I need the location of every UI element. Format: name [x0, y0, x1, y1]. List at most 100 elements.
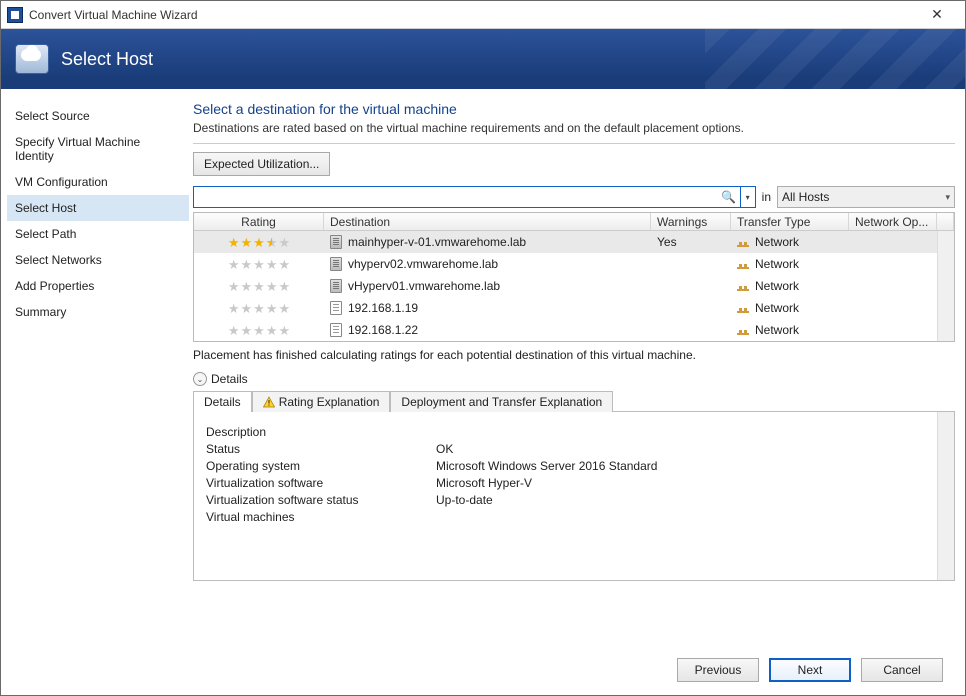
server-icon [330, 279, 342, 293]
wizard-window: Convert Virtual Machine Wizard ✕ Select … [0, 0, 966, 696]
cell-transfer-type: Network [731, 301, 849, 315]
cell-rating: ★★★★★ [194, 236, 324, 249]
tab-rating-explanation[interactable]: Rating Explanation [252, 391, 391, 412]
separator [193, 143, 955, 144]
window-title: Convert Virtual Machine Wizard [29, 8, 915, 22]
detail-value: Up-to-date [436, 493, 493, 507]
star-icon: ★ [278, 236, 290, 249]
star-icon: ★ [278, 280, 290, 293]
host-scope-value: All Hosts [782, 190, 829, 204]
detail-key: Operating system [206, 459, 436, 473]
chevron-down-icon: ▾ [945, 192, 950, 203]
star-icon: ★ [228, 280, 240, 293]
tab-rating-explanation-label: Rating Explanation [279, 395, 380, 409]
star-icon: ★ [228, 258, 240, 271]
network-icon [737, 237, 749, 247]
detail-key: Virtualization software [206, 476, 436, 490]
cell-destination: vHyperv01.vmwarehome.lab [324, 279, 651, 293]
step-summary[interactable]: Summary [7, 299, 189, 325]
app-icon [7, 7, 23, 23]
cell-destination: mainhyper-v-01.vmwarehome.lab [324, 235, 651, 249]
cell-transfer-type: Network [731, 279, 849, 293]
transfer-type-label: Network [755, 323, 799, 337]
cell-transfer-type: Network [731, 257, 849, 271]
detail-value: OK [436, 442, 453, 456]
col-warnings[interactable]: Warnings [651, 213, 731, 230]
detail-row: StatusOK [206, 442, 925, 456]
banner-heading: Select Host [61, 49, 153, 70]
star-icon: ★ [266, 258, 278, 271]
details-toggle[interactable]: ⌄ Details [193, 372, 955, 386]
cell-rating: ★★★★★ [194, 258, 324, 271]
detail-row: Operating systemMicrosoft Windows Server… [206, 459, 925, 473]
star-icon: ★ [253, 236, 265, 249]
detail-key: Virtualization software status [206, 493, 436, 507]
step-select-host[interactable]: Select Host [7, 195, 189, 221]
content: Select a destination for the virtual mac… [189, 99, 955, 645]
cell-transfer-type: Network [731, 235, 849, 249]
star-icon: ★ [241, 324, 253, 337]
cancel-button[interactable]: Cancel [861, 658, 943, 682]
destinations-table: Rating Destination Warnings Transfer Typ… [193, 212, 955, 342]
server-icon [330, 235, 342, 249]
star-icon: ★ [278, 258, 290, 271]
library-icon [330, 323, 342, 337]
col-rating[interactable]: Rating [194, 213, 324, 230]
destination-name: 192.168.1.19 [348, 301, 418, 315]
table-row[interactable]: ★★★★★ vhyperv02.vmwarehome.lab Network [194, 253, 937, 275]
details-tabs: Details Rating Explanation Deployment an… [193, 390, 955, 411]
table-row[interactable]: ★★★★★vHyperv01.vmwarehome.lab Network [194, 275, 937, 297]
tab-details[interactable]: Details [193, 391, 252, 412]
tab-deployment-explanation[interactable]: Deployment and Transfer Explanation [390, 391, 613, 412]
step-select-networks[interactable]: Select Networks [7, 247, 189, 273]
star-icon: ★ [241, 236, 253, 249]
star-icon: ★ [266, 302, 278, 315]
details-label: Details [211, 372, 248, 386]
details-body: Description StatusOK Operating systemMicro… [194, 412, 937, 580]
table-row[interactable]: ★★★★★mainhyper-v-01.vmwarehome.labYesNet… [194, 231, 937, 253]
table-row[interactable]: ★★★★★192.168.1.19Network [194, 297, 937, 319]
in-label: in [760, 190, 773, 204]
detail-row: Virtualization softwareMicrosoft Hyper-V [206, 476, 925, 490]
step-select-source[interactable]: Select Source [7, 103, 189, 129]
step-specify-vm-identity[interactable]: Specify Virtual Machine Identity [7, 129, 189, 169]
server-icon [330, 257, 342, 271]
title-bar: Convert Virtual Machine Wizard ✕ [1, 1, 965, 29]
step-add-properties[interactable]: Add Properties [7, 273, 189, 299]
cell-rating: ★★★★★ [194, 280, 324, 293]
col-scroll-gutter [937, 213, 954, 230]
star-icon: ★ [266, 280, 278, 293]
search-row: 🔍 ▾ in All Hosts ▾ [193, 186, 955, 208]
search-options-dropdown[interactable]: ▾ [741, 187, 755, 207]
placement-message: Placement has finished calculating ratin… [193, 348, 955, 362]
step-vm-configuration[interactable]: VM Configuration [7, 169, 189, 195]
star-icon: ★ [228, 236, 240, 249]
close-button[interactable]: ✕ [915, 4, 959, 26]
warning-icon [263, 396, 275, 408]
expected-utilization-button[interactable]: Expected Utilization... [193, 152, 330, 176]
details-scrollbar[interactable] [937, 412, 954, 580]
detail-row: Description [206, 425, 925, 439]
col-transfer-type[interactable]: Transfer Type [731, 213, 849, 230]
banner: Select Host [1, 29, 965, 89]
col-network-op[interactable]: Network Op... [849, 213, 937, 230]
table-row[interactable]: ★★★★★192.168.1.22Network [194, 319, 937, 341]
next-button[interactable]: Next [769, 658, 851, 682]
search-icon[interactable]: 🔍 [718, 187, 740, 207]
destination-name: mainhyper-v-01.vmwarehome.lab [348, 235, 526, 249]
col-destination[interactable]: Destination [324, 213, 651, 230]
body: Select Source Specify Virtual Machine Id… [1, 89, 965, 645]
search-input[interactable] [194, 187, 718, 207]
step-select-path[interactable]: Select Path [7, 221, 189, 247]
cell-transfer-type: Network [731, 323, 849, 337]
detail-row: Virtual machines [206, 510, 925, 524]
transfer-type-label: Network [755, 235, 799, 249]
table-scrollbar[interactable] [937, 231, 954, 341]
previous-button[interactable]: Previous [677, 658, 759, 682]
host-scope-select[interactable]: All Hosts ▾ [777, 186, 955, 208]
library-icon [330, 301, 342, 315]
destination-name: vhyperv02.vmwarehome.lab [348, 257, 498, 271]
network-icon [737, 259, 749, 269]
star-icon: ★ [241, 258, 253, 271]
cloud-icon [15, 44, 49, 74]
